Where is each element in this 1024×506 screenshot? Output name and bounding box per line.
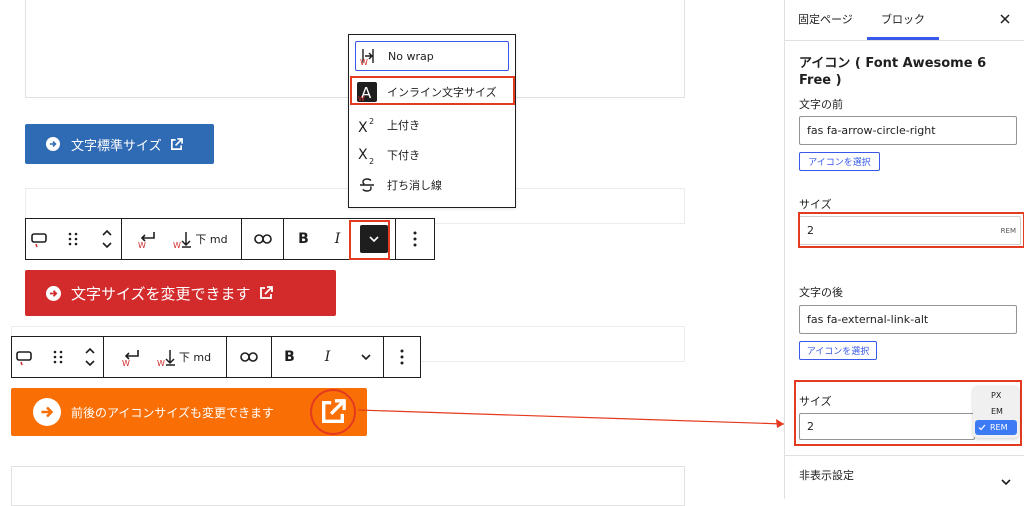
bold-icon[interactable]: B	[292, 224, 316, 254]
menu-item-label: 下付き	[387, 149, 420, 162]
empty-block-bottom	[11, 466, 685, 506]
drag-handle-icon[interactable]	[46, 342, 70, 372]
font-size-changed-button[interactable]: 文字サイズを変更できます	[25, 270, 336, 316]
button-label: 文字標準サイズ	[71, 138, 162, 154]
chevron-down-icon[interactable]	[1001, 470, 1011, 489]
more-formats-button[interactable]	[354, 342, 378, 372]
bold-icon[interactable]: B	[278, 342, 302, 372]
after-label: 文字の後	[799, 286, 843, 299]
menu-item-strikethrough[interactable]: 打ち消し線	[355, 171, 509, 199]
svg-text:X: X	[358, 147, 368, 163]
options-menu-icon[interactable]	[390, 342, 414, 372]
external-link-icon-large	[310, 389, 356, 435]
tabs-divider	[785, 40, 1024, 41]
unit-option-rem[interactable]: REM	[975, 420, 1017, 435]
block-type-icon[interactable]	[13, 342, 37, 372]
button-label: 文字サイズを変更できます	[71, 284, 251, 303]
unit-select-menu[interactable]: PX EM REM	[973, 386, 1019, 438]
anchor-label: 下 md	[195, 233, 228, 246]
svg-text:X: X	[358, 120, 368, 134]
menu-item-subscript[interactable]: X2 下付き	[355, 141, 509, 169]
margin-bottom-icon[interactable]: W 下 md	[157, 342, 211, 372]
button-label: 前後のアイコンサイズも変更できます	[71, 405, 275, 420]
anchor-label: 下 md	[178, 351, 212, 364]
superscript-icon: X2	[355, 116, 379, 134]
close-icon[interactable]	[999, 10, 1011, 29]
highlight-size-input	[798, 212, 1024, 248]
before-label: 文字の前	[799, 98, 843, 111]
options-menu-icon[interactable]	[403, 224, 427, 254]
link-icon[interactable]	[237, 342, 261, 372]
italic-icon[interactable]: I	[316, 342, 340, 372]
tab-page[interactable]: 固定ページ	[798, 11, 853, 27]
tab-block[interactable]: ブロック	[881, 11, 925, 27]
svg-text:W: W	[122, 359, 130, 367]
block-type-icon[interactable]	[28, 224, 52, 254]
input-value: fas fa-arrow-circle-right	[807, 124, 936, 137]
standard-size-button[interactable]: 文字標準サイズ	[25, 124, 214, 164]
subscript-icon: X2	[355, 145, 379, 165]
arrow-circle-right-icon	[46, 137, 60, 151]
highlight-more-formats	[349, 220, 390, 260]
menu-item-label: 上付き	[387, 119, 420, 132]
before-icon-input[interactable]: fas fa-arrow-circle-right	[799, 116, 1017, 145]
strikethrough-icon	[355, 177, 379, 193]
hidden-settings-label[interactable]: 非表示設定	[799, 467, 854, 483]
menu-item-label: 打ち消し線	[387, 179, 442, 192]
svg-text:W: W	[173, 241, 181, 249]
move-up-down-icon[interactable]	[78, 342, 102, 372]
format-dropdown: W No wrap AW インライン文字サイズ X2 上付き X2 下付き 打ち…	[348, 34, 516, 208]
line-break-icon[interactable]: W	[119, 342, 143, 372]
svg-text:W: W	[360, 58, 368, 66]
size-label: サイズ	[799, 198, 832, 211]
link-icon[interactable]	[251, 224, 275, 254]
checkmark-icon	[978, 424, 986, 431]
drag-handle-icon[interactable]	[61, 224, 85, 254]
move-up-down-icon[interactable]	[95, 224, 119, 254]
margin-bottom-icon[interactable]: W 下 md	[173, 224, 228, 254]
hidden-settings-divider	[785, 455, 1024, 456]
svg-text:W: W	[138, 241, 146, 249]
line-break-icon[interactable]: W	[135, 224, 159, 254]
after-icon-input[interactable]: fas fa-external-link-alt	[799, 305, 1017, 334]
settings-sidebar: 固定ページ ブロック アイコン ( Font Awesome 6 Free ) …	[784, 0, 1024, 499]
arrow-circle-right-icon	[46, 285, 61, 301]
menu-item-superscript[interactable]: X2 上付き	[355, 111, 509, 139]
highlight-inline-font-size	[350, 76, 515, 105]
select-icon-button[interactable]: アイコンを選択	[799, 152, 880, 171]
external-link-icon	[170, 137, 183, 151]
unit-option-px[interactable]: PX	[991, 391, 1001, 400]
panel-title: アイコン ( Font Awesome 6 Free )	[799, 56, 987, 88]
svg-text:2: 2	[369, 117, 374, 126]
arrow-circle-right-icon	[33, 398, 61, 426]
unit-option-label: REM	[990, 423, 1008, 432]
menu-item-no-wrap[interactable]: W No wrap	[355, 41, 509, 71]
select-icon-button-2[interactable]: アイコンを選択	[799, 341, 877, 360]
svg-text:W: W	[157, 359, 165, 367]
menu-item-label: No wrap	[388, 49, 434, 63]
annotation-arrow	[357, 409, 785, 428]
no-wrap-icon: W	[356, 46, 380, 66]
unit-option-em[interactable]: EM	[991, 407, 1003, 416]
block-toolbar-2: W W 下 md B I	[11, 336, 421, 378]
italic-icon[interactable]: I	[326, 224, 350, 254]
svg-text:2: 2	[369, 157, 374, 165]
external-link-icon	[259, 286, 273, 300]
input-value: fas fa-external-link-alt	[807, 313, 929, 326]
